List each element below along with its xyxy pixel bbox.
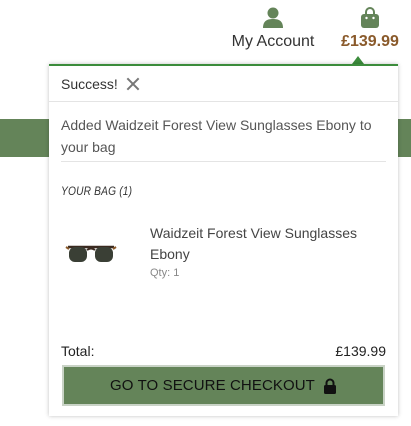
user-icon bbox=[262, 6, 284, 30]
added-message: Added Waidzeit Forest View Sunglasses Eb… bbox=[61, 117, 372, 155]
lock-icon bbox=[323, 378, 337, 394]
my-account-label: My Account bbox=[231, 33, 315, 50]
bag-link[interactable]: £139.99 bbox=[338, 6, 402, 51]
bag-title: YOUR BAG (1) bbox=[61, 184, 133, 198]
bag-total: £139.99 bbox=[341, 33, 399, 50]
checkout-label: GO TO SECURE CHECKOUT bbox=[110, 377, 315, 394]
divider bbox=[61, 161, 386, 162]
item-qty: Qty: 1 bbox=[150, 267, 180, 279]
my-account-link[interactable]: My Account bbox=[230, 6, 316, 51]
close-icon[interactable] bbox=[126, 77, 140, 91]
mini-bag-dropdown: Success! Added Waidzeit Forest View Sung… bbox=[49, 64, 398, 416]
dropdown-caret bbox=[352, 56, 364, 64]
total-label: Total: bbox=[61, 343, 95, 359]
checkout-button[interactable]: GO TO SECURE CHECKOUT bbox=[62, 365, 385, 406]
success-label: Success! bbox=[61, 75, 118, 92]
success-notice: Success! bbox=[49, 66, 398, 102]
shopping-bag-icon bbox=[359, 6, 381, 30]
sunglasses-image[interactable] bbox=[65, 244, 117, 266]
total-value: £139.99 bbox=[335, 343, 386, 359]
total-row: Total: £139.99 bbox=[61, 343, 386, 359]
item-name[interactable]: Waidzeit Forest View Sunglasses Ebony bbox=[150, 223, 380, 265]
